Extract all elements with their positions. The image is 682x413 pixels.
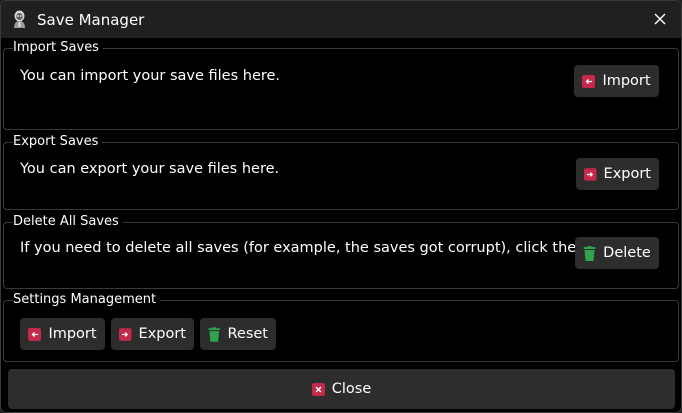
import-saves-button[interactable]: Import (574, 65, 659, 97)
close-box-icon (311, 382, 325, 396)
import-icon (28, 327, 42, 341)
window-title: Save Manager (37, 11, 145, 29)
close-button[interactable]: Close (8, 369, 675, 409)
save-manager-window: Save Manager Import Saves You can import… (0, 0, 682, 413)
export-icon (584, 167, 597, 181)
import-icon (582, 74, 596, 88)
export-saves-description: You can export your save files here. (20, 161, 280, 177)
settings-management-group: Settings Management Import Export Reset (3, 292, 679, 362)
settings-reset-button[interactable]: Reset (200, 318, 276, 350)
delete-saves-description: If you need to delete all saves (for exa… (20, 240, 634, 256)
import-saves-group: Import Saves You can import your save fi… (3, 40, 679, 130)
close-button-label: Close (331, 381, 372, 397)
settings-export-button-label: Export (138, 326, 186, 342)
delete-saves-button[interactable]: Delete (575, 237, 659, 269)
group-title: Settings Management (13, 292, 161, 308)
close-icon[interactable] (651, 10, 669, 28)
game-character-icon (14, 10, 25, 28)
settings-import-button[interactable]: Import (20, 318, 105, 350)
import-saves-description: You can import your save files here. (20, 68, 281, 84)
export-saves-group: Export Saves You can export your save fi… (3, 134, 679, 210)
settings-import-button-label: Import (48, 326, 97, 342)
trash-icon (208, 326, 221, 342)
delete-saves-button-label: Delete (603, 245, 651, 261)
export-saves-button-label: Export (603, 166, 651, 182)
export-saves-button[interactable]: Export (576, 158, 659, 190)
group-title: Delete All Saves (13, 214, 123, 230)
group-title: Import Saves (13, 40, 103, 56)
import-saves-button-label: Import (602, 73, 651, 89)
export-icon (119, 327, 132, 341)
settings-export-button[interactable]: Export (111, 318, 194, 350)
settings-reset-button-label: Reset (227, 326, 268, 342)
trash-icon (583, 245, 596, 261)
group-title: Export Saves (13, 134, 103, 150)
title-bar: Save Manager (1, 1, 681, 38)
delete-saves-group: Delete All Saves If you need to delete a… (3, 214, 679, 289)
